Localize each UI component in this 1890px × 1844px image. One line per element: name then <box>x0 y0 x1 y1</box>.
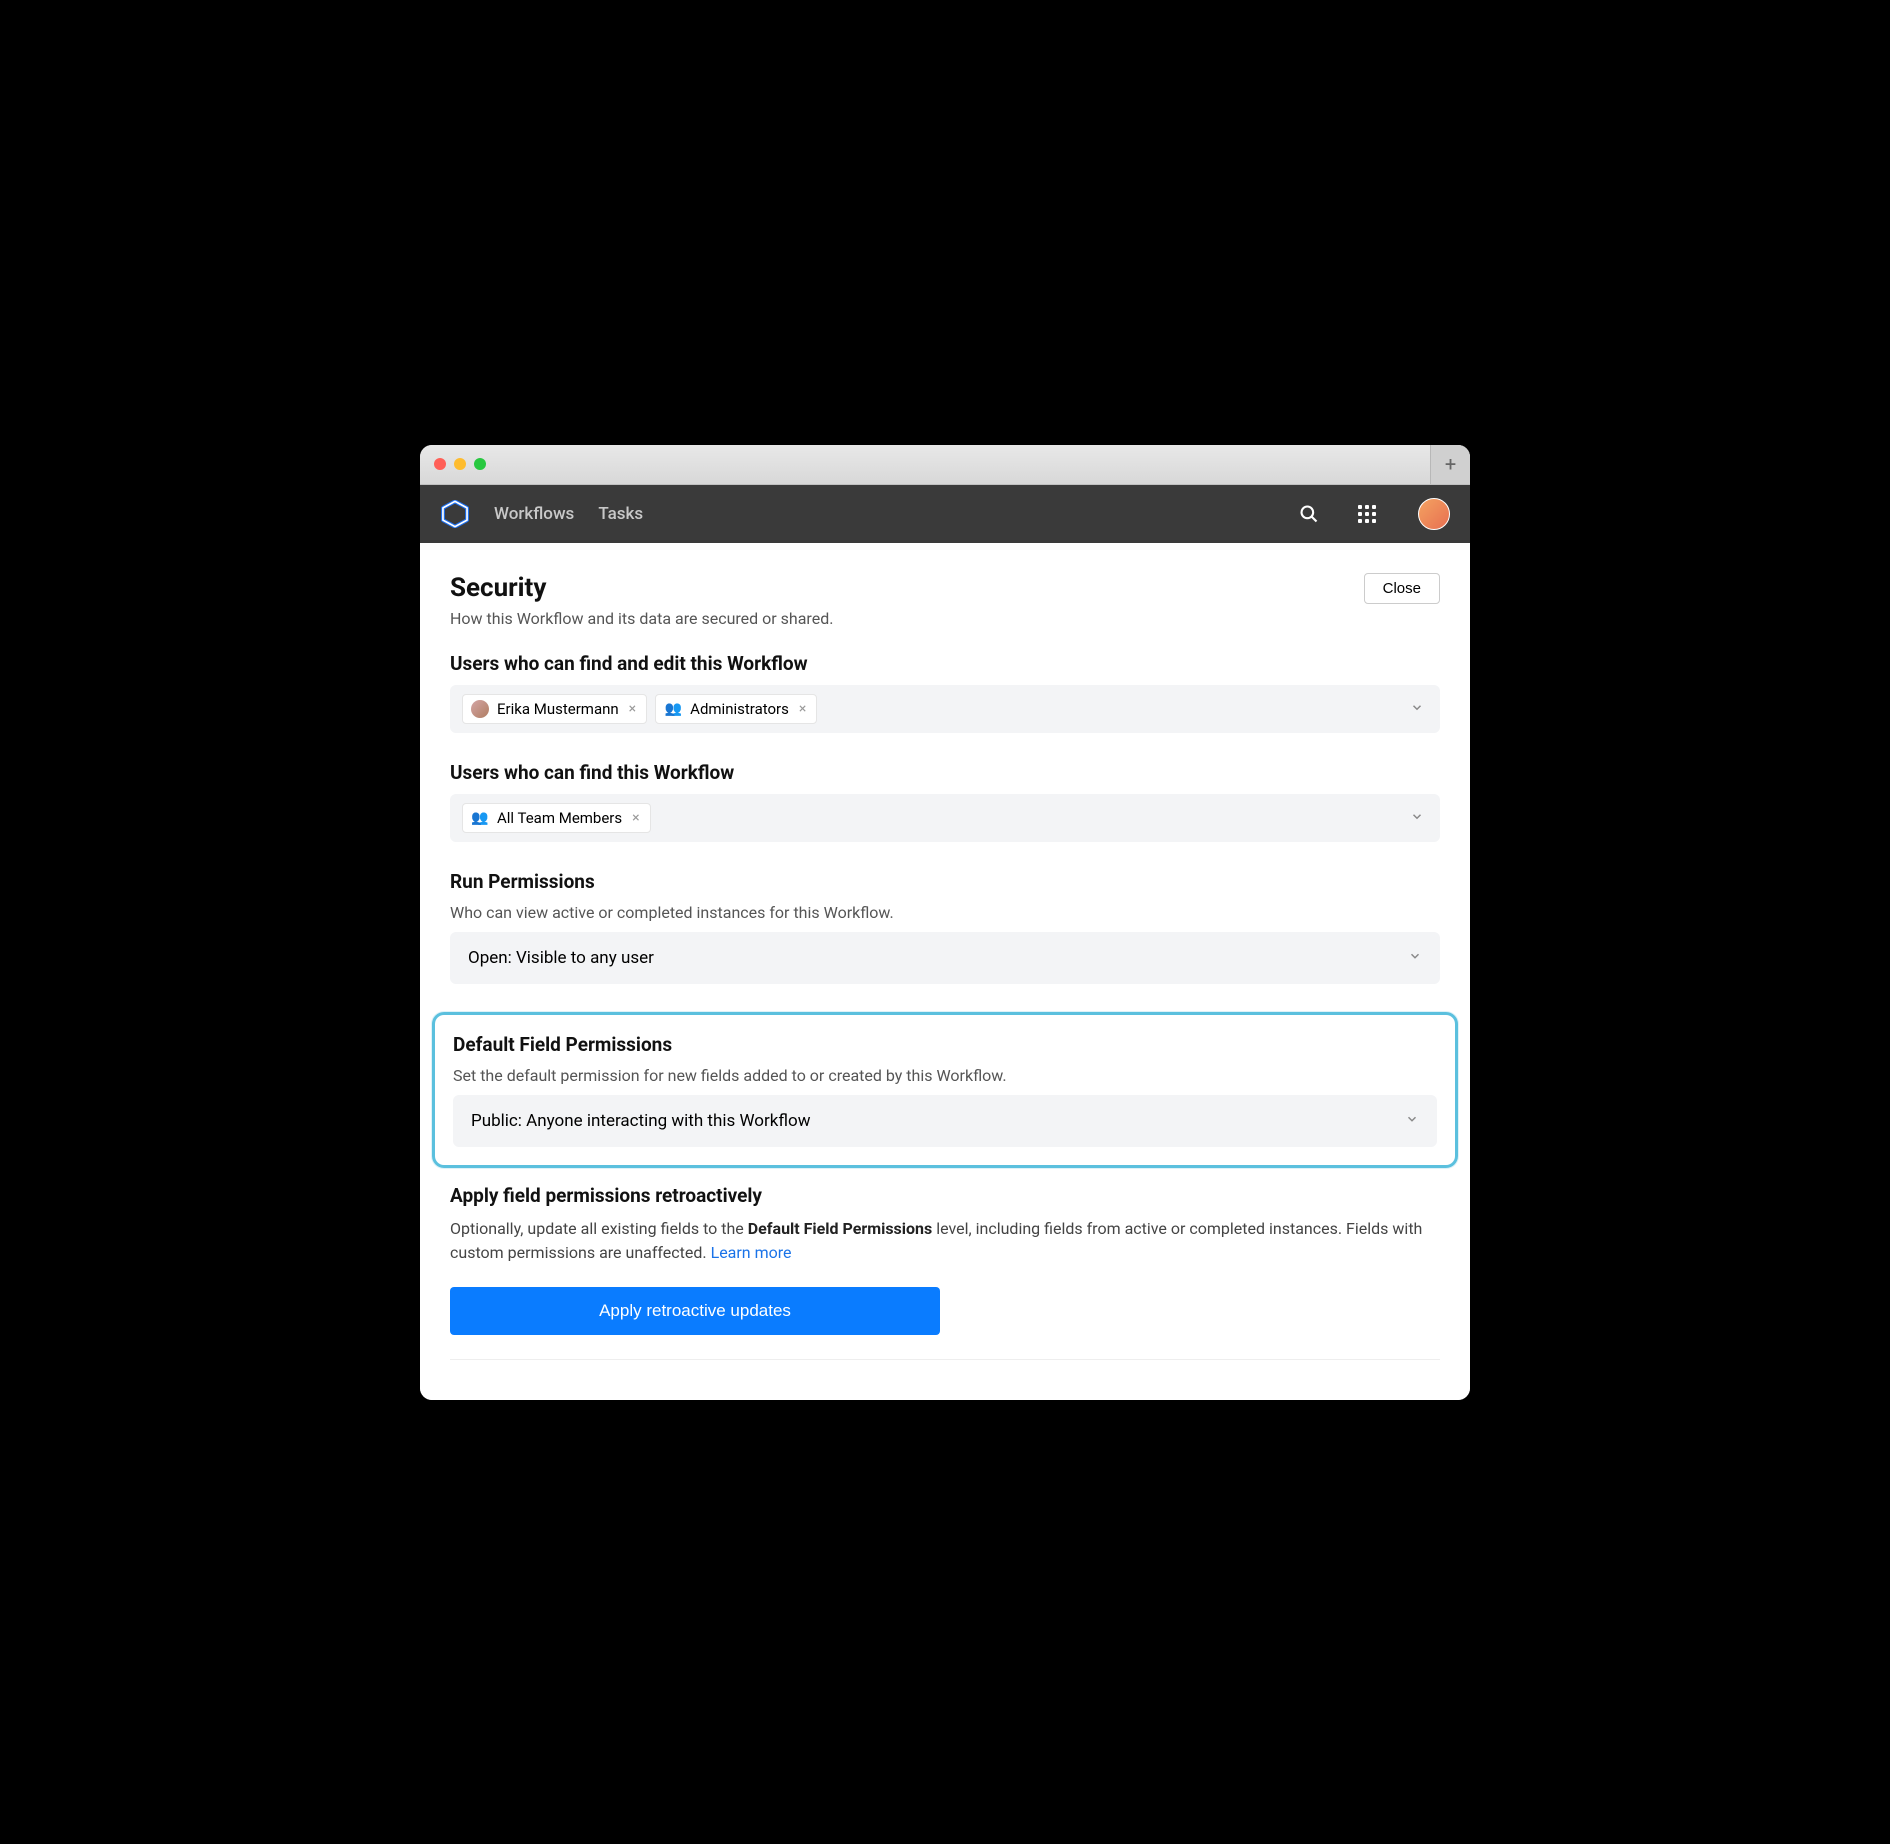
group-tag: 👥 All Team Members × <box>462 803 651 833</box>
nav-workflows[interactable]: Workflows <box>494 504 574 524</box>
nav-tasks[interactable]: Tasks <box>598 504 643 524</box>
group-tag: 👥 Administrators × <box>655 694 817 724</box>
default-field-permissions-highlight: Default Field Permissions Set the defaul… <box>432 1012 1458 1168</box>
default-field-permissions-select[interactable]: Public: Anyone interacting with this Wor… <box>453 1095 1437 1147</box>
run-permissions-subtext: Who can view active or completed instanc… <box>450 903 1440 922</box>
run-permissions-select[interactable]: Open: Visible to any user <box>450 932 1440 984</box>
page-title: Security <box>450 573 833 603</box>
user-tag: Erika Mustermann × <box>462 694 647 724</box>
editors-heading: Users who can find and edit this Workflo… <box>450 652 1440 675</box>
retroactive-text: Optionally, update all existing fields t… <box>450 1217 1440 1265</box>
group-icon: 👥 <box>471 809 489 827</box>
retroactive-heading: Apply field permissions retroactively <box>450 1184 1440 1207</box>
tag-label: Administrators <box>690 700 789 718</box>
search-icon[interactable] <box>1298 503 1320 525</box>
finders-select[interactable]: 👥 All Team Members × <box>450 794 1440 842</box>
traffic-lights <box>434 458 486 470</box>
window-minimize-icon[interactable] <box>454 458 466 470</box>
tag-label: All Team Members <box>497 809 622 827</box>
remove-tag-icon[interactable]: × <box>797 701 808 717</box>
chevron-down-icon <box>1408 948 1422 968</box>
learn-more-link[interactable]: Learn more <box>711 1243 792 1262</box>
default-field-permissions-heading: Default Field Permissions <box>453 1033 1437 1056</box>
chevron-down-icon[interactable] <box>1410 699 1424 718</box>
divider <box>450 1359 1440 1360</box>
group-icon: 👥 <box>664 700 682 718</box>
window-zoom-icon[interactable] <box>474 458 486 470</box>
titlebar: + <box>420 445 1470 485</box>
run-permissions-heading: Run Permissions <box>450 870 1440 893</box>
apply-retroactive-button[interactable]: Apply retroactive updates <box>450 1287 940 1335</box>
window-close-icon[interactable] <box>434 458 446 470</box>
remove-tag-icon[interactable]: × <box>630 810 641 826</box>
topbar: Workflows Tasks <box>420 485 1470 543</box>
tag-label: Erika Mustermann <box>497 700 619 718</box>
select-value: Public: Anyone interacting with this Wor… <box>471 1111 811 1131</box>
editors-select[interactable]: Erika Mustermann × 👥 Administrators × <box>450 685 1440 733</box>
finders-heading: Users who can find this Workflow <box>450 761 1440 784</box>
apps-grid-icon[interactable] <box>1356 503 1378 525</box>
chevron-down-icon[interactable] <box>1410 808 1424 827</box>
content: Security How this Workflow and its data … <box>420 543 1470 1400</box>
default-field-permissions-subtext: Set the default permission for new field… <box>453 1066 1437 1085</box>
new-tab-button[interactable]: + <box>1430 445 1470 484</box>
app-logo-icon[interactable] <box>440 499 470 529</box>
page-subtitle: How this Workflow and its data are secur… <box>450 609 833 628</box>
close-button[interactable]: Close <box>1364 573 1440 604</box>
chevron-down-icon <box>1405 1111 1419 1131</box>
avatar[interactable] <box>1418 498 1450 530</box>
select-value: Open: Visible to any user <box>468 948 654 968</box>
user-avatar-icon <box>471 700 489 718</box>
remove-tag-icon[interactable]: × <box>627 701 638 717</box>
app-window: + Workflows Tasks Security How this Wor <box>420 445 1470 1400</box>
